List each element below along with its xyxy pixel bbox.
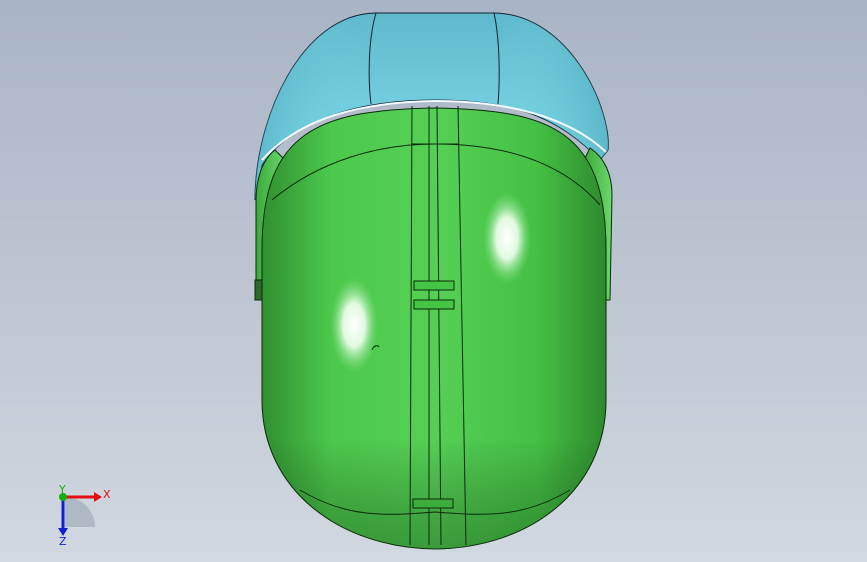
- y-axis-label: Y: [58, 483, 66, 496]
- x-axis-arrowhead: [94, 492, 102, 502]
- triad-shadow: [65, 497, 95, 527]
- z-axis-label: Z: [59, 535, 67, 548]
- axis-triad: X Y Z: [58, 483, 111, 548]
- x-axis-label: X: [103, 488, 111, 501]
- helmet-shell[interactable]: [261, 107, 607, 550]
- cad-viewport[interactable]: X Y Z: [0, 0, 867, 562]
